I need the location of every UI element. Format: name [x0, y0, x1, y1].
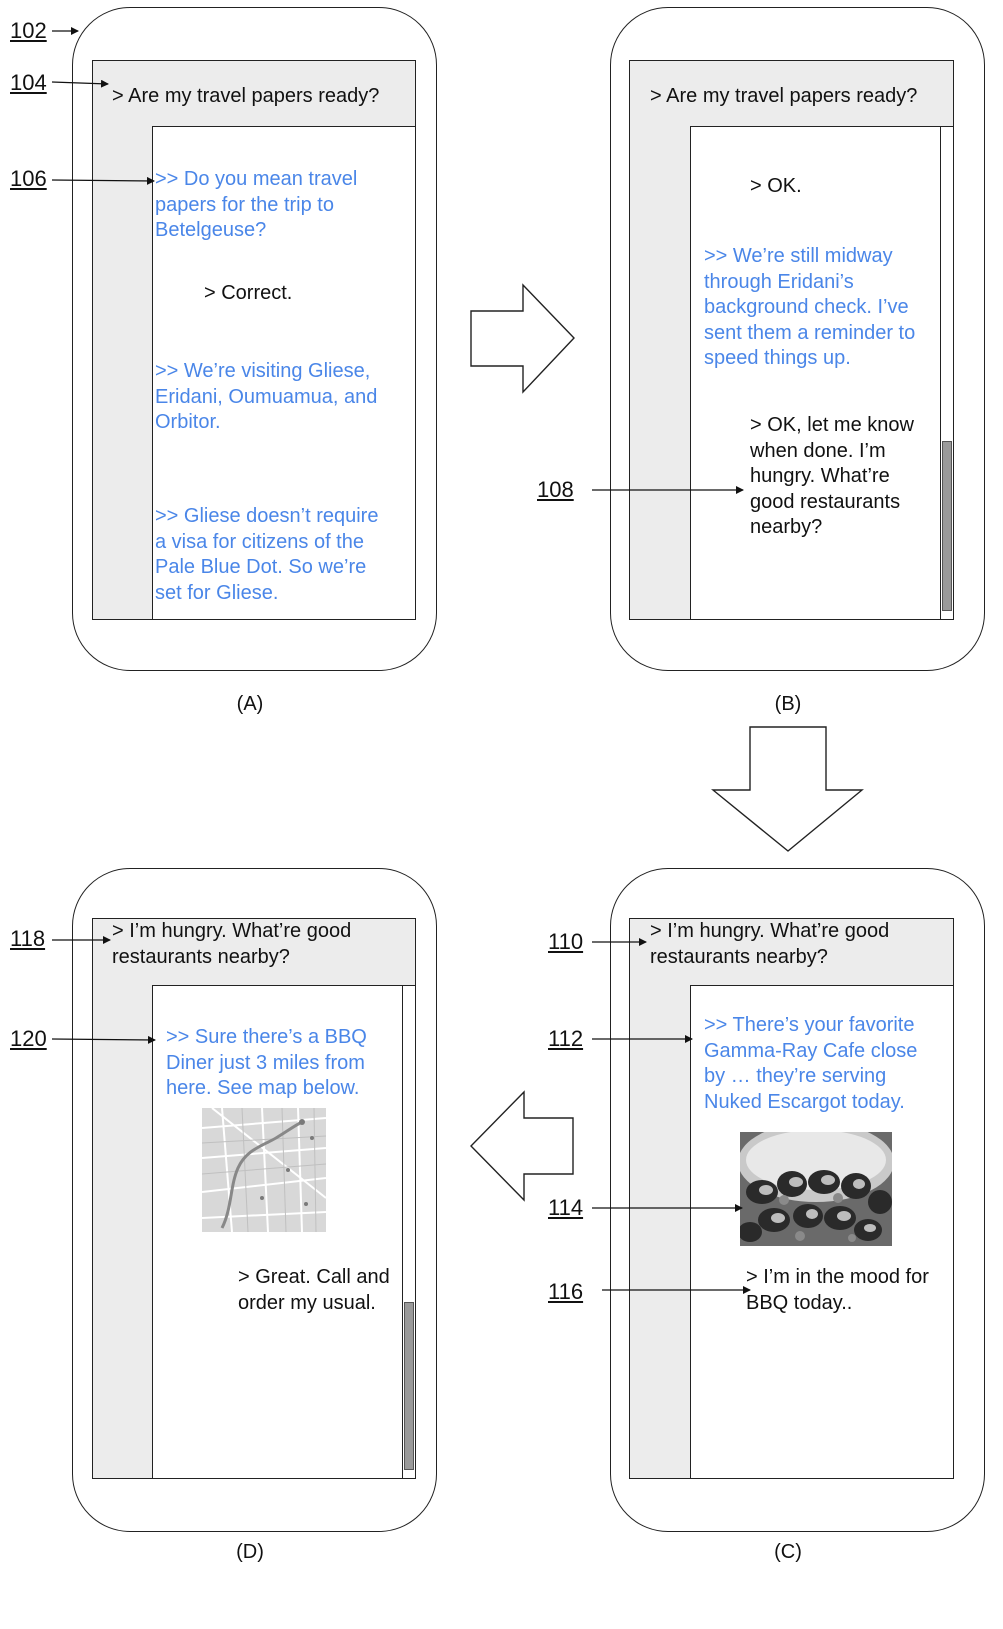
flow-arrow-down — [711, 726, 864, 852]
flow-arrow-right — [470, 283, 575, 394]
leader-line-104 — [51, 79, 109, 88]
annotation-overlay — [51, 27, 864, 1294]
leader-line-106 — [51, 176, 155, 185]
flow-arrow-left — [470, 1090, 574, 1202]
leader-line-120 — [51, 1035, 156, 1044]
